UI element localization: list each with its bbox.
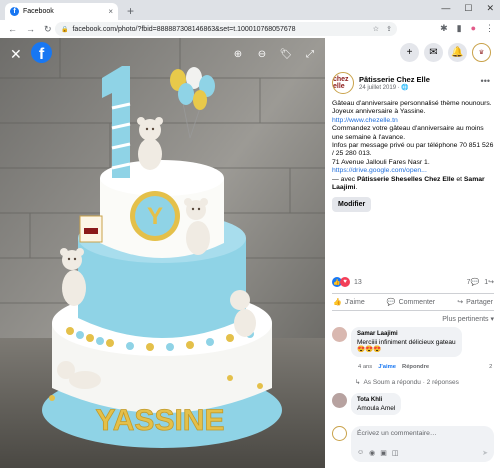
menu-icon[interactable]: ⋮ (485, 23, 494, 34)
messenger-icon[interactable]: ✉ (424, 43, 443, 62)
emoji-icon[interactable]: ☺ (357, 449, 364, 457)
reply-thread[interactable]: ↳ As Soum a répondu · 2 réponses (355, 378, 459, 387)
comment-bubble: Samar Laajimi Merciiii infiniment délici… (351, 327, 462, 357)
close-photo-icon[interactable]: ✕ (10, 46, 22, 63)
reaction-count[interactable]: 13 (354, 279, 362, 286)
reload-icon[interactable]: ↻ (44, 24, 52, 35)
bookmark-star-icon[interactable]: ☆ (373, 25, 379, 33)
comment: Tota Khli Amoula Amel (332, 393, 494, 423)
website-link[interactable]: http://www.chezelle.tn (332, 117, 494, 125)
send-icon[interactable]: ➤ (482, 449, 488, 457)
share-count-icon: ↪ (488, 279, 494, 286)
reactions-row: 👍 ♥ 13 7 💬 1 ↪ (332, 275, 494, 289)
facebook-logo-icon[interactable]: f (31, 42, 52, 63)
like-icon: 👍 (333, 299, 342, 306)
url-text: facebook.com/photo/?fbid=888887308146863… (72, 25, 296, 33)
address-bar[interactable]: 🔒 facebook.com/photo/?fbid=8888873081468… (55, 22, 397, 36)
sidepanel-icon[interactable]: ▮ (457, 23, 462, 34)
reply-arrow-icon: ↳ (355, 379, 361, 386)
comment-icon: 💬 (386, 299, 396, 306)
love-reaction-icon: ♥ (340, 277, 350, 287)
like-button[interactable]: 👍 J'aime (333, 298, 365, 307)
tab-close-icon[interactable]: × (108, 7, 113, 16)
profile-avatar-icon[interactable]: ♛ (472, 43, 491, 62)
photo-viewer[interactable]: Y YASSINE (0, 38, 325, 468)
notifications-icon[interactable]: 🔔 (448, 43, 467, 62)
gif-icon[interactable]: ▣ (380, 449, 387, 457)
post-actions: 👍 J'aime 💬 Commenter ↪ Partager (332, 293, 494, 311)
lock-icon: 🔒 (61, 26, 69, 33)
panel-header: + ✉ 🔔 ♛ (325, 38, 500, 68)
cake-letter: Y (147, 203, 163, 230)
sticker-icon[interactable]: ◫ (392, 449, 399, 457)
browser-chrome: f Facebook × + — ☐ ✕ ← → ↻ 🔒 facebook.co… (0, 0, 500, 38)
comment: Samar Laajimi Merciiii infiniment délici… (332, 327, 494, 371)
globe-icon: 🌐 (401, 85, 409, 91)
more-options-icon[interactable]: ••• (481, 76, 490, 86)
create-icon[interactable]: + (400, 43, 419, 62)
post-panel: + ✉ 🔔 ♛ chez elle Pâtisserie Chez Elle 2… (325, 38, 500, 468)
commenter-avatar[interactable] (332, 327, 347, 342)
forward-icon[interactable]: → (26, 24, 35, 35)
fullscreen-icon[interactable]: ⤢ (302, 46, 318, 62)
maximize-icon[interactable]: ☐ (464, 3, 472, 14)
tagged-page[interactable]: Pâtisserie Sheselles Chez Elle (357, 176, 454, 183)
share-arrow-icon: ↪ (457, 299, 464, 306)
page-avatar[interactable]: chez elle (332, 72, 354, 94)
edit-button[interactable]: Modifier (332, 197, 372, 213)
photo-controls: ⊕ ⊖ 🏷 ⤢ (230, 46, 318, 62)
comment-bubble: Tota Khli Amoula Amel (351, 393, 402, 415)
back-icon[interactable]: ← (8, 24, 17, 35)
composer-avatar (332, 426, 347, 441)
zoom-in-icon[interactable]: ⊕ (230, 46, 246, 62)
facebook-favicon-icon: f (10, 7, 19, 16)
comment-meta: 4 ans J'aime Répondre 2 (358, 364, 493, 370)
comment-like[interactable]: J'aime (378, 364, 396, 370)
cake-name: YASSINE (96, 404, 225, 437)
new-tab-button[interactable]: + (127, 4, 134, 18)
commenter-avatar[interactable] (332, 393, 347, 408)
tag-icon[interactable]: 🏷 (278, 46, 294, 62)
browser-toolbar: ← → ↻ 🔒 facebook.com/photo/?fbid=8888873… (0, 20, 500, 38)
comment-author[interactable]: Samar Laajimi (357, 331, 398, 337)
window-controls: — ☐ ✕ (441, 3, 494, 14)
comment-count-icon: 💬 (470, 279, 480, 286)
camera-icon[interactable]: ◉ (369, 449, 375, 457)
browser-tab[interactable]: f Facebook × (5, 3, 118, 20)
comment-sort[interactable]: Plus pertinents ▾ (442, 315, 494, 323)
page-name[interactable]: Pâtisserie Chez Elle (359, 75, 430, 84)
comment-reply[interactable]: Répondre (402, 364, 429, 370)
extensions-icon[interactable]: ✱ (440, 23, 448, 34)
share-icon[interactable]: ⇪ (386, 25, 392, 33)
zoom-out-icon[interactable]: ⊖ (254, 46, 270, 62)
post-text: Gâteau d'anniversaire personnalisé thème… (332, 100, 494, 192)
comment-button[interactable]: 💬 Commenter (386, 298, 435, 307)
comment-author[interactable]: Tota Khli (357, 397, 382, 403)
comment-input[interactable]: Écrivez un commentaire… ☺ ◉ ▣ ◫ ➤ (351, 426, 494, 462)
post: chez elle Pâtisserie Chez Elle 24 juille… (332, 72, 494, 213)
tab-title: Facebook (23, 8, 54, 15)
drive-link[interactable]: https://drive.google.com/open... (332, 167, 494, 175)
post-date[interactable]: 24 juillet 2019 (359, 85, 396, 91)
close-window-icon[interactable]: ✕ (486, 3, 494, 14)
comment-composer: Écrivez un commentaire… ☺ ◉ ▣ ◫ ➤ (332, 426, 494, 462)
profile-icon[interactable]: ● (471, 23, 476, 34)
cake-photo: Y YASSINE (0, 38, 325, 468)
minimize-icon[interactable]: — (441, 3, 450, 14)
share-button[interactable]: ↪ Partager (457, 298, 493, 307)
